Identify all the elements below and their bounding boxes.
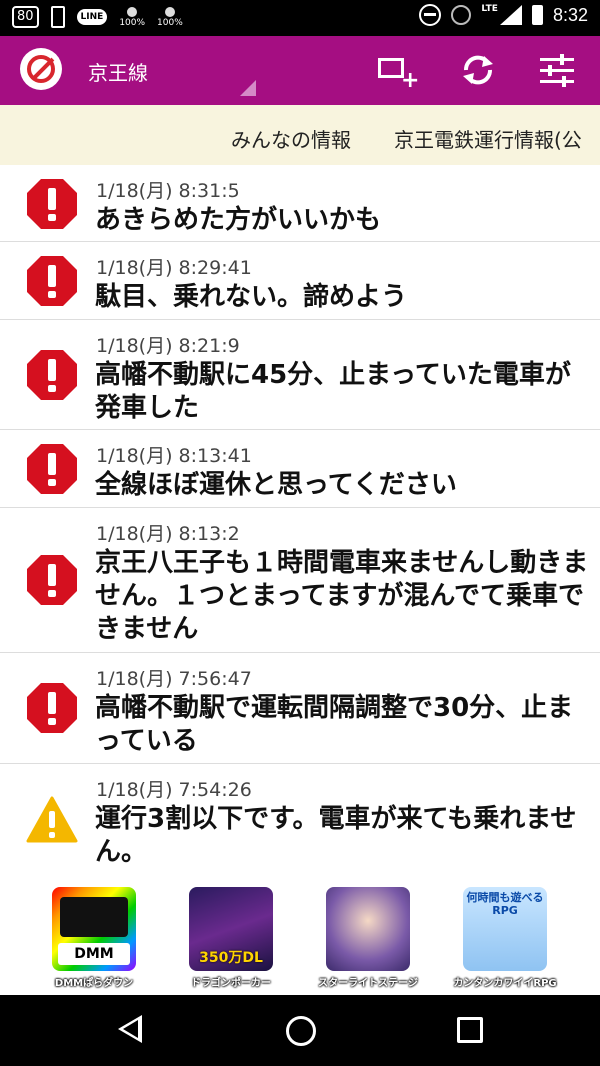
settings-sliders-icon[interactable] bbox=[538, 52, 578, 88]
post-message: 運行3割以下です。電車が来ても乗れません。 bbox=[95, 804, 577, 867]
phone-icon bbox=[50, 6, 65, 28]
post-time: 1/18(月) 8:13:41 bbox=[96, 445, 252, 467]
refresh-icon[interactable] bbox=[458, 52, 498, 88]
post-message: あきらめた方がいいかも bbox=[95, 205, 382, 235]
list-item[interactable]: 1/18(月) 8:29:41 駄目、乗れない。諦めよう bbox=[0, 242, 600, 320]
line-app-icon: LINE bbox=[76, 9, 108, 25]
ticker-item: みんなの情報 bbox=[231, 128, 351, 152]
dropdown-indicator-icon[interactable] bbox=[240, 80, 256, 96]
error-stop-icon bbox=[27, 683, 77, 733]
status-bar: 80 LINE 100% 100% LTE 8:32 bbox=[0, 0, 600, 36]
app-thumbnail: DMM bbox=[52, 887, 136, 971]
battery-icon bbox=[531, 5, 543, 25]
ad-tile[interactable]: DMM DMMぱらダウン bbox=[34, 887, 154, 989]
ad-tile[interactable]: 何時間も遊べるRPG カンタンカワイイRPG bbox=[445, 887, 565, 989]
error-stop-icon bbox=[27, 555, 77, 605]
post-time: 1/18(月) 8:13:2 bbox=[96, 523, 240, 545]
notification-count-icon: 80 bbox=[12, 6, 39, 28]
app-thumbnail: 350万DL bbox=[189, 887, 273, 971]
list-item[interactable]: 1/18(月) 8:13:2 京王八王子も１時間電車来ませんし動きません。１つと… bbox=[0, 508, 600, 653]
error-stop-icon bbox=[27, 444, 77, 494]
error-stop-icon bbox=[27, 179, 77, 229]
post-time: 1/18(月) 7:54:26 bbox=[96, 779, 252, 801]
post-message: 高幡不動駅に45分、止まっていた電車が発車した bbox=[95, 360, 571, 423]
ticker-item: 京王電鉄運行情報(公 bbox=[394, 128, 582, 152]
info-ticker[interactable]: みんなの情報 京王電鉄運行情報(公 bbox=[0, 105, 600, 165]
alarm-icon bbox=[451, 5, 472, 25]
ad-tile[interactable]: 350万DL ドラゴンポーカー bbox=[171, 887, 291, 989]
app-thumbnail bbox=[326, 887, 410, 971]
post-message: 高幡不動駅で運転間隔調整で30分、止まっている bbox=[95, 693, 574, 756]
post-message: 駄目、乗れない。諦めよう bbox=[95, 282, 408, 312]
ad-tile[interactable]: スターライトステージ bbox=[308, 887, 428, 989]
app-bar: 京王線 + bbox=[0, 36, 600, 105]
app-logo-icon[interactable] bbox=[20, 48, 62, 90]
post-message: 京王八王子も１時間電車来ませんし動きません。１つとまってますが混んでて乗車できま… bbox=[95, 548, 589, 644]
add-post-icon[interactable]: + bbox=[374, 52, 419, 93]
post-time: 1/18(月) 8:29:41 bbox=[96, 257, 252, 279]
home-icon[interactable] bbox=[286, 1016, 316, 1046]
line-selector[interactable]: 京王線 bbox=[88, 57, 148, 86]
error-stop-icon bbox=[27, 256, 77, 306]
list-item[interactable]: 1/18(月) 8:31:5 あきらめた方がいいかも bbox=[0, 165, 600, 242]
network-type-label: LTE bbox=[481, 4, 498, 14]
recent-apps-icon[interactable] bbox=[457, 1017, 483, 1043]
clock-time: 8:32 bbox=[552, 4, 588, 25]
system-nav-bar bbox=[0, 995, 600, 1066]
signal-icon bbox=[499, 5, 522, 25]
back-icon[interactable] bbox=[118, 1015, 142, 1043]
ad-caption: DMMぱらダウン bbox=[54, 978, 134, 989]
battery-notification-icon: 100% bbox=[157, 6, 183, 28]
ad-caption: カンタンカワイイRPG bbox=[453, 978, 557, 989]
do-not-disturb-icon bbox=[419, 4, 442, 26]
warning-icon bbox=[26, 796, 78, 843]
ad-caption: ドラゴンポーカー bbox=[191, 978, 271, 989]
list-item[interactable]: 1/18(月) 8:13:41 全線ほぼ運休と思ってください bbox=[0, 430, 600, 508]
post-time: 1/18(月) 8:31:5 bbox=[96, 180, 240, 202]
post-message: 全線ほぼ運休と思ってください bbox=[95, 470, 457, 500]
battery-notification-icon: 100% bbox=[119, 6, 145, 28]
error-stop-icon bbox=[27, 350, 77, 400]
post-time: 1/18(月) 7:56:47 bbox=[96, 668, 252, 690]
list-item[interactable]: 1/18(月) 7:56:47 高幡不動駅で運転間隔調整で30分、止まっている bbox=[0, 653, 600, 764]
ad-banner: DMM DMMぱらダウン 350万DL ドラゴンポーカー スターライトステージ … bbox=[0, 877, 600, 995]
post-time: 1/18(月) 8:21:9 bbox=[96, 335, 240, 357]
app-thumbnail: 何時間も遊べるRPG bbox=[463, 887, 547, 971]
ad-caption: スターライトステージ bbox=[318, 978, 418, 989]
list-item[interactable]: 1/18(月) 8:21:9 高幡不動駅に45分、止まっていた電車が発車した bbox=[0, 320, 600, 430]
post-list: 1/18(月) 8:31:5 あきらめた方がいいかも 1/18(月) 8:29:… bbox=[0, 165, 600, 877]
list-item[interactable]: 1/18(月) 7:54:26 運行3割以下です。電車が来ても乗れません。 bbox=[0, 764, 600, 877]
